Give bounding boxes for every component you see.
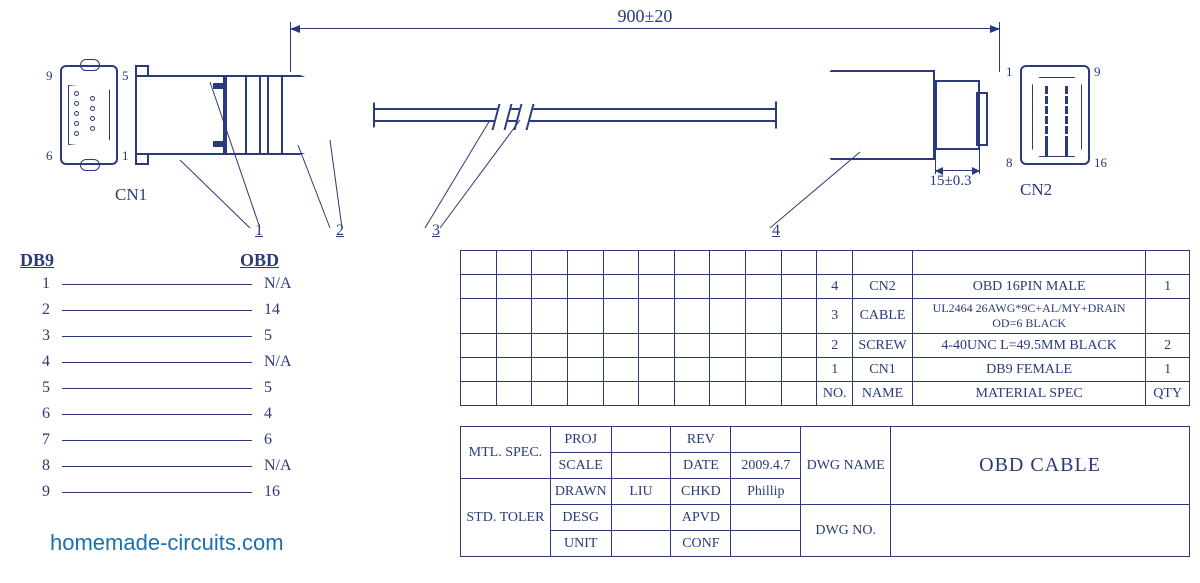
pin-mapping-table: DB9 OBD 1N/A 214 35 4N/A 55 64 76 8N/A 9… (20, 250, 440, 505)
watermark-text: homemade-circuits.com (50, 530, 284, 556)
dimension-plug-depth: 15±0.3 (935, 170, 980, 190)
bom-row: 2 SCREW 4-40UNC L=49.5MM BLACK 2 (461, 334, 1190, 358)
db9-side-view (135, 65, 225, 165)
cn2-label: CN2 (1020, 180, 1052, 200)
obd-overmold (775, 70, 935, 160)
pinmap-row: 214 (20, 297, 440, 323)
pinmap-row: 35 (20, 323, 440, 349)
obd-pin-label: 1 (1006, 64, 1013, 80)
pinmap-header-obd: OBD (240, 250, 279, 271)
pinmap-row: 76 (20, 427, 440, 453)
pinmap-row: 55 (20, 375, 440, 401)
leader-2: 2 (336, 222, 344, 240)
pinmap-row: 8N/A (20, 453, 440, 479)
obd-front-view (1020, 65, 1090, 165)
leader-4: 4 (772, 222, 780, 240)
db9-pin-label: 1 (122, 148, 129, 164)
title-block: MTL. SPEC. PROJ REV DWG NAME OBD CABLE S… (460, 426, 1190, 557)
dimension-overall-length: 900±20 (290, 10, 1000, 40)
cn1-label: CN1 (115, 185, 147, 205)
db9-front-view (60, 65, 118, 165)
cable-drawing: 900±20 9 5 6 1 CN1 15±0.3 (60, 10, 1180, 240)
db9-pin-label: 6 (46, 148, 53, 164)
leader-3: 3 (432, 222, 440, 240)
db9-pin-label: 9 (46, 68, 53, 84)
obd-plug-side (935, 80, 980, 150)
obd-pin-label: 8 (1006, 155, 1013, 171)
dimension-value: 15±0.3 (921, 173, 980, 190)
bom-row: 4 CN2 OBD 16PIN MALE 1 (461, 275, 1190, 299)
bom-row: 1 CN1 DB9 FEMALE 1 (461, 358, 1190, 382)
obd-pin-label: 16 (1094, 155, 1107, 171)
obd-pin-label: 9 (1094, 64, 1101, 80)
bom-row: 3 CABLE UL2464 26AWG*9C+AL/MY+DRAIN OD=6… (461, 299, 1190, 334)
bom-row (461, 251, 1190, 275)
leader-1: 1 (255, 222, 263, 240)
db9-hood (225, 75, 375, 155)
pinmap-header-db9: DB9 (20, 250, 80, 271)
bom-header-row: NO. NAME MATERIAL SPEC QTY (461, 382, 1190, 406)
cable-line (375, 108, 775, 122)
bom-table: 4 CN2 OBD 16PIN MALE 1 3 CABLE UL2464 26… (460, 250, 1190, 406)
dimension-value: 900±20 (612, 6, 679, 26)
pinmap-row: 64 (20, 401, 440, 427)
pinmap-row: 1N/A (20, 271, 440, 297)
pinmap-row: 916 (20, 479, 440, 505)
pinmap-row: 4N/A (20, 349, 440, 375)
db9-pin-label: 5 (122, 68, 129, 84)
